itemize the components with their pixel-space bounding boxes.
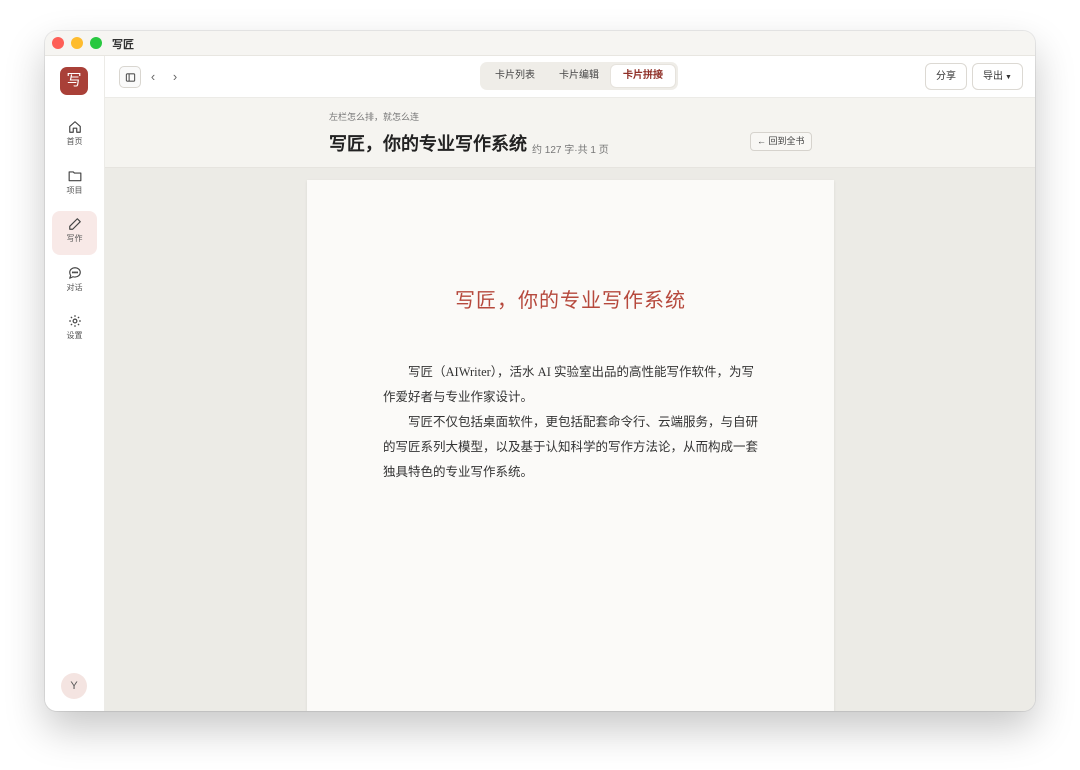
caret-down-icon: ▼ [1005, 74, 1012, 81]
sidebar-item-chat[interactable]: 对话 [52, 260, 97, 304]
paragraph: 写匠（AIWriter），活水 AI 实验室出品的高性能写作软件，为写作爱好者与… [383, 365, 754, 404]
title-bar: 写匠 [45, 31, 1035, 56]
paragraph: 写匠不仅包括桌面软件，更包括配套命令行、云端服务，与自研的写匠系列大模型，以及基… [383, 415, 759, 479]
document-stats: 约 127 字·共 1 页 [532, 145, 609, 156]
document-title: 写匠，你的专业写作系统 [455, 288, 686, 312]
share-button-label: 分享 [936, 71, 956, 82]
gear-icon [68, 315, 81, 327]
sidebar-item-label: 对话 [66, 283, 83, 292]
minimize-window-button[interactable] [71, 37, 83, 49]
back-to-book-button[interactable]: ← 回到全书 [750, 132, 812, 151]
sidebar-item-label: 项目 [66, 186, 83, 195]
app-window: 写匠 写 首页 项目 写作 对话 设置 Y ‹ › 卡片列表 卡片编辑 卡片拼接… [45, 31, 1035, 711]
document-canvas: 写匠，你的专业写作系统 写匠（AIWriter），活水 AI 实验室出品的高性能… [105, 168, 1035, 711]
sidebar-item-label: 设置 [66, 331, 83, 340]
document-header: 左栏怎么排，就怎么连 写匠，你的专业写作系统 约 127 字·共 1 页 ← 回… [105, 98, 1035, 168]
share-button[interactable]: 分享 [925, 63, 967, 90]
page-title: 写匠，你的专业写作系统 [329, 134, 527, 154]
document-page: 写匠，你的专业写作系统 写匠（AIWriter），活水 AI 实验室出品的高性能… [307, 180, 834, 711]
zoom-window-button[interactable] [90, 37, 102, 49]
export-button-label: 导出 [983, 71, 1004, 82]
sidebar-panel-icon [125, 72, 135, 82]
pencil-icon [68, 218, 81, 230]
sidebar-item-writing[interactable]: 写作 [52, 211, 97, 255]
sidebar-item-projects[interactable]: 项目 [52, 163, 97, 207]
chat-icon [68, 267, 81, 279]
sidebar-item-label: 写作 [66, 234, 83, 243]
view-tabs: 卡片列表 卡片编辑 卡片拼接 [480, 62, 678, 90]
header-subtitle: 左栏怎么排，就怎么连 [329, 112, 420, 122]
app-logo[interactable]: 写 [60, 67, 88, 95]
toggle-sidebar-button[interactable] [119, 66, 141, 88]
tab-card-stitch[interactable]: 卡片拼接 [611, 65, 675, 87]
close-window-button[interactable] [52, 37, 64, 49]
export-button[interactable]: 导出 ▼ [972, 63, 1023, 90]
document-body[interactable]: 写匠（AIWriter），活水 AI 实验室出品的高性能写作软件，为写作爱好者与… [383, 360, 759, 485]
user-avatar[interactable]: Y [61, 673, 87, 699]
back-button[interactable]: ‹ [146, 66, 160, 86]
window-title: 写匠 [112, 39, 134, 51]
toolbar: ‹ › 卡片列表 卡片编辑 卡片拼接 分享 导出 ▼ [105, 56, 1035, 98]
folder-icon [68, 171, 81, 182]
sidebar-item-settings[interactable]: 设置 [52, 308, 97, 352]
home-icon [68, 121, 81, 133]
forward-button[interactable]: › [168, 66, 182, 86]
sidebar: 写 首页 项目 写作 对话 设置 Y [45, 56, 105, 711]
sidebar-item-label: 首页 [66, 137, 83, 146]
tab-card-edit[interactable]: 卡片编辑 [547, 65, 611, 87]
tab-card-list[interactable]: 卡片列表 [483, 65, 547, 87]
sidebar-item-home[interactable]: 首页 [52, 114, 97, 158]
